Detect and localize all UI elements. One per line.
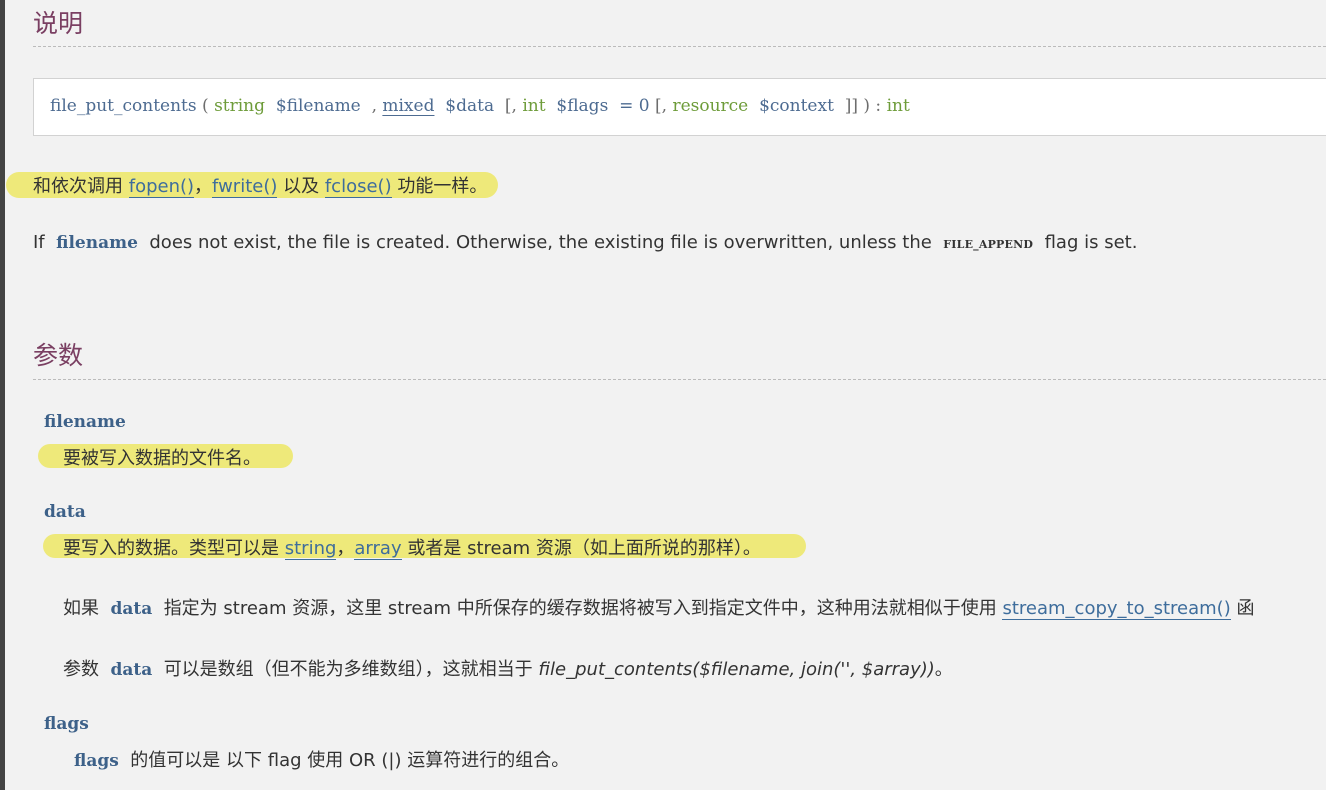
para-param-data: data — [110, 660, 153, 680]
para-param-data: data — [110, 599, 153, 619]
section-divider — [33, 46, 1326, 47]
fwrite-link[interactable]: fwrite() — [212, 176, 278, 198]
optional-open: [, — [504, 96, 517, 116]
method-signature: file_put_contents ( string $filename , m… — [50, 96, 910, 116]
optional-open: [, — [654, 96, 668, 116]
para-prefix: 如果 — [63, 598, 99, 619]
param-context: $context — [759, 96, 834, 116]
type-string: string — [214, 96, 266, 116]
data-desc-suffix: 或者是 stream 资源（如上面所说的那样）。 — [407, 538, 761, 559]
para-prefix: 参数 — [63, 659, 99, 680]
left-border — [0, 0, 5, 790]
note-constant: FILE_APPEND — [943, 238, 1034, 251]
array-link[interactable]: array — [354, 538, 402, 560]
param-data: $data — [445, 96, 495, 116]
stream-copy-to-stream-link[interactable]: stream_copy_to_stream() — [1002, 598, 1231, 620]
method-signature-box: file_put_contents ( string $filename , m… — [33, 78, 1326, 136]
note-middle: does not exist, the file is created. Oth… — [149, 232, 932, 253]
separator: ， — [336, 538, 355, 559]
comma: , — [371, 96, 377, 116]
param-desc-data: 要写入的数据。类型可以是 string，array 或者是 stream 资源（… — [63, 534, 761, 560]
overwrite-note: If filename does not exist, the file is … — [33, 232, 1137, 253]
param-filename: $filename — [275, 96, 361, 116]
data-stream-paragraph: 如果 data 指定为 stream 资源，这里 stream 中所保存的缓存数… — [63, 594, 1254, 620]
param-flags: $flags — [556, 96, 609, 116]
summary-prefix: 和依次调用 — [33, 176, 123, 197]
section-heading-parameters: 参数 — [33, 341, 84, 370]
type-resource: resource — [672, 96, 749, 116]
data-array-paragraph: 参数 data 可以是数组（但不能为多维数组），这就相当于 file_put_c… — [63, 655, 953, 681]
data-desc-prefix: 要写入的数据。类型可以是 — [63, 538, 279, 559]
summary-suffix: 功能一样。 — [397, 176, 488, 197]
summary-text: 和依次调用 fopen()，fwrite() 以及 fclose() 功能一样。 — [33, 172, 487, 198]
para-end: 。 — [934, 659, 953, 680]
close-paren: ]] ) : — [844, 96, 882, 116]
note-param-filename: filename — [56, 233, 138, 253]
param-term-flags: flags — [44, 714, 89, 734]
summary-mid: 以及 — [283, 176, 320, 197]
string-link[interactable]: string — [284, 538, 337, 560]
param-desc-filename: 要被写入数据的文件名。 — [63, 448, 261, 469]
section-heading-description: 说明 — [33, 9, 84, 38]
type-mixed-link[interactable]: mixed — [382, 96, 434, 116]
param-term-filename: filename — [44, 412, 126, 432]
note-end: flag is set. — [1044, 232, 1138, 253]
type-int: int — [522, 96, 546, 116]
note-if: If — [33, 232, 45, 253]
section-divider — [33, 379, 1326, 380]
flags-desc-param: flags — [74, 751, 119, 771]
para-tail: 函 — [1236, 598, 1255, 619]
param-term-data: data — [44, 502, 86, 522]
para-code: file_put_contents($filename, join('', $a… — [538, 659, 935, 680]
para-text: 指定为 stream 资源，这里 stream 中所保存的缓存数据将被写入到指定… — [163, 598, 997, 619]
param-desc-flags: flags 的值可以是 以下 flag 使用 OR (|) 运算符进行的组合。 — [74, 746, 569, 772]
flags-desc-text: 的值可以是 以下 flag 使用 OR (|) 运算符进行的组合。 — [130, 750, 570, 771]
function-name: file_put_contents — [50, 96, 197, 116]
para-text: 可以是数组（但不能为多维数组），这就相当于 — [163, 659, 533, 680]
separator: ， — [194, 176, 213, 197]
default-value: = 0 — [619, 96, 650, 116]
return-type: int — [886, 96, 910, 116]
fopen-link[interactable]: fopen() — [128, 176, 195, 198]
open-paren: ( — [202, 96, 209, 116]
fclose-link[interactable]: fclose() — [324, 176, 392, 198]
